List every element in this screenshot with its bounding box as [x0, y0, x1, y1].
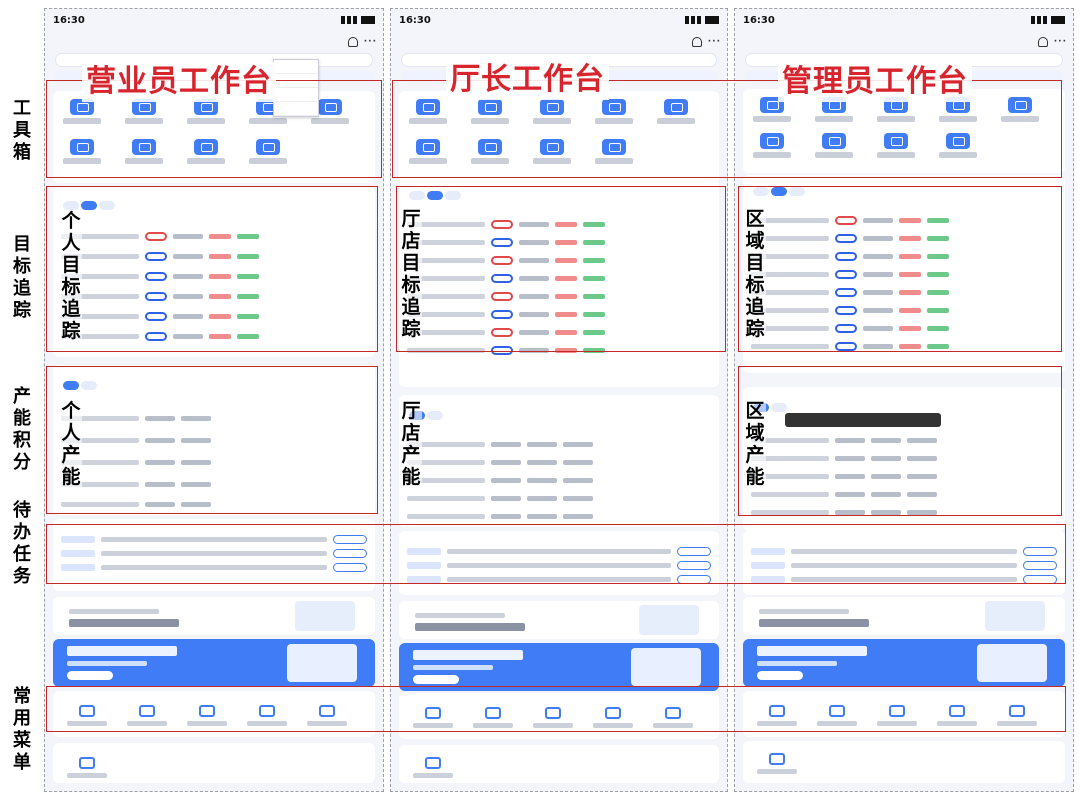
banner-button[interactable] [413, 675, 459, 684]
menu-item[interactable] [751, 753, 803, 774]
production-card [399, 395, 719, 527]
production-label-2: 厅店产能 [400, 400, 422, 488]
label-toolbox: 工具箱 [13, 98, 31, 163]
status-time: 16:30 [399, 14, 431, 26]
frame-target-2 [396, 186, 726, 352]
grid-icon [79, 757, 95, 769]
frame-todo [46, 524, 1066, 584]
table-row [407, 475, 711, 485]
label-common-menu: 常用菜单 [13, 686, 31, 773]
hot-products-card[interactable] [399, 601, 719, 639]
status-time: 16:30 [743, 14, 775, 26]
column-title-2: 厅长工作台 [446, 60, 609, 100]
more-icon[interactable]: ··· [708, 37, 721, 47]
menu-item[interactable] [61, 757, 113, 778]
local-zone-card [743, 741, 1065, 783]
table-row [407, 511, 711, 521]
top-bar: ··· [741, 33, 1067, 51]
frame-target-1 [46, 186, 378, 352]
table-row [407, 439, 711, 449]
frame-production-1 [46, 366, 378, 514]
bell-icon[interactable] [691, 37, 702, 47]
bell-icon[interactable] [1037, 37, 1048, 47]
status-bar: 16:30 [45, 9, 383, 31]
top-bar: ··· [397, 33, 721, 51]
bell-icon[interactable] [347, 37, 358, 47]
target-label-1: 个人目标追踪 [60, 210, 82, 342]
target-label-3: 区域目标追踪 [744, 208, 766, 340]
table-row [407, 457, 711, 467]
illustration-image [639, 605, 699, 635]
signal-icon [1031, 16, 1065, 24]
illustration-image [287, 644, 357, 682]
target-label-2: 厅店目标追踪 [400, 208, 422, 340]
illustration-image [977, 644, 1047, 682]
illustration-image [295, 601, 355, 631]
banner-button[interactable] [67, 671, 113, 680]
column-title-1: 营业员工作台 [82, 62, 276, 102]
hot-products-card[interactable] [743, 597, 1065, 635]
menu-item[interactable] [407, 757, 459, 778]
status-bar: 16:30 [391, 9, 727, 31]
local-zone-card [53, 743, 375, 783]
hot-products-card[interactable] [53, 597, 375, 635]
status-bar: 16:30 [735, 9, 1073, 31]
grid-icon [425, 757, 441, 769]
table-row [407, 493, 711, 503]
promo-banner[interactable] [53, 639, 375, 687]
illustration-image [631, 648, 701, 686]
frame-menu [46, 686, 1066, 732]
top-bar: ··· [51, 33, 377, 51]
column-title-3: 管理员工作台 [778, 62, 972, 102]
banner-button[interactable] [757, 671, 803, 680]
illustration-image [985, 601, 1045, 631]
signal-icon [341, 16, 375, 24]
production-label-1: 个人产能 [60, 400, 82, 488]
signal-icon [685, 16, 719, 24]
more-icon[interactable]: ··· [364, 37, 377, 47]
label-target-tracking: 目标追踪 [13, 234, 31, 321]
label-production-points: 产能积分 [13, 386, 31, 473]
promo-banner[interactable] [399, 643, 719, 691]
frame-production-3 [738, 366, 1062, 516]
local-zone-card [399, 745, 719, 783]
frame-target-3 [738, 186, 1062, 352]
production-label-3: 区域产能 [744, 400, 766, 488]
promo-banner[interactable] [743, 639, 1065, 687]
more-icon[interactable]: ··· [1054, 37, 1067, 47]
grid-icon [769, 753, 785, 765]
status-time: 16:30 [53, 14, 85, 26]
label-todo-tasks: 待办任务 [13, 500, 31, 587]
